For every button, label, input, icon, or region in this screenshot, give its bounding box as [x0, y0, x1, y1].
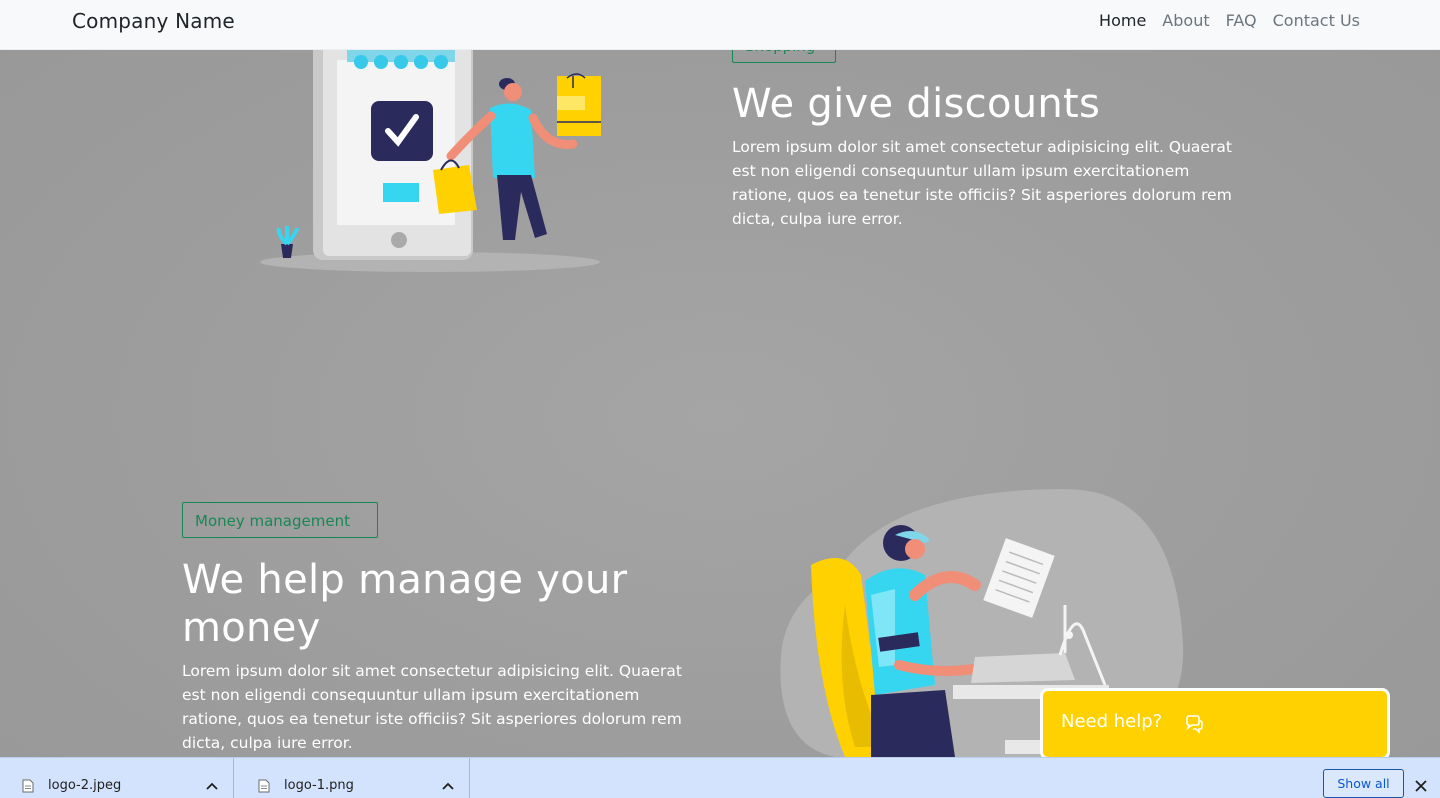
show-all-button[interactable]: Show all [1323, 769, 1404, 798]
download-item[interactable]: logo-1.png [236, 758, 470, 798]
section-badge-money: Money management [182, 502, 378, 538]
shopping-illustration [260, 40, 601, 272]
brand-name[interactable]: Company Name [72, 9, 235, 33]
help-label: Need help? [1061, 711, 1163, 732]
nav-link-about[interactable]: About [1162, 11, 1209, 30]
download-filename: logo-1.png [284, 778, 354, 793]
nav-link-faq[interactable]: FAQ [1226, 11, 1257, 30]
file-icon [22, 779, 34, 793]
navbar: Company Name Home About FAQ Contact Us [0, 0, 1440, 50]
file-icon [258, 779, 270, 793]
chat-bubbles-icon [1186, 715, 1203, 734]
close-icon[interactable] [1415, 780, 1427, 792]
nav-link-home[interactable]: Home [1099, 11, 1146, 30]
nav-links: Home About FAQ Contact Us [1099, 11, 1360, 30]
section-title-money: We help manage your money [182, 557, 628, 651]
help-widget[interactable]: Need help? [1040, 688, 1390, 760]
download-bar: logo-2.jpeg logo-1.png Show all [0, 757, 1440, 798]
chevron-up-icon[interactable] [442, 782, 454, 790]
section-body-discounts: Lorem ipsum dolor sit amet consectetur a… [732, 138, 1232, 228]
download-item[interactable]: logo-2.jpeg [0, 758, 234, 798]
nav-link-contact[interactable]: Contact Us [1273, 11, 1360, 30]
chevron-up-icon[interactable] [206, 782, 218, 790]
section-title-discounts: We give discounts [732, 81, 1101, 127]
download-filename: logo-2.jpeg [48, 778, 122, 793]
section-body-money: Lorem ipsum dolor sit amet consectetur a… [182, 662, 682, 752]
